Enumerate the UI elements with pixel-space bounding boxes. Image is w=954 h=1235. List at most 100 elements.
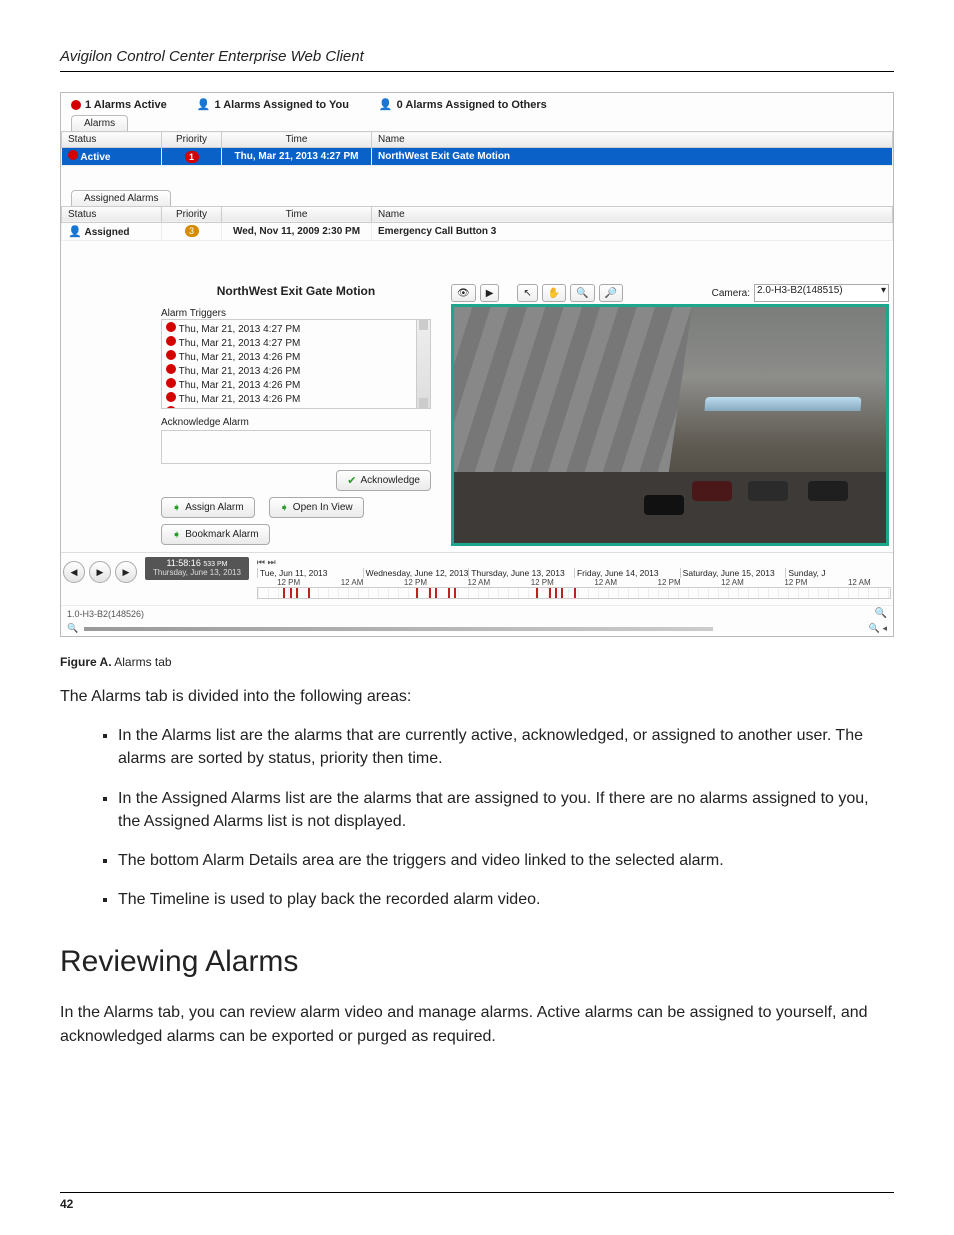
zoom-out-button[interactable]: 🔎 [599, 284, 623, 302]
timeline-hour: 12 PM [511, 578, 574, 587]
alarm-active-icon [166, 406, 176, 409]
pan-tool-button[interactable]: ✋ [542, 284, 566, 302]
person-icon: 👤 [379, 98, 393, 111]
timeline-hour: 12 AM [574, 578, 637, 587]
alarm-active-icon [166, 336, 176, 346]
alarm-active-icon [166, 322, 176, 332]
timeline-position-badge: 11:58:16 533 PM Thursday, June 13, 2013 [145, 557, 249, 580]
list-item[interactable]: Thu, Mar 21, 2013 4:26 PM [179, 352, 301, 363]
zoom-icon[interactable]: 🔍 [67, 623, 78, 634]
cell-name: Emergency Call Button 3 [372, 222, 893, 240]
assigned-alarms-table[interactable]: Status Priority Time Name 👤 Assigned 3 W… [61, 206, 893, 275]
list-item[interactable]: Thu, Mar 21, 2013 4:26 PM [179, 394, 301, 405]
check-icon: ✔ [347, 474, 356, 487]
scrollbar[interactable] [416, 320, 430, 408]
section-heading: Reviewing Alarms [60, 945, 894, 979]
chevron-down-icon: ▾ [881, 285, 886, 296]
alarm-triggers-label: Alarm Triggers [161, 308, 431, 319]
table-row [62, 240, 893, 274]
person-icon: 👤 [197, 98, 211, 111]
list-item[interactable]: Thu, Mar 21, 2013 4:26 PM [179, 408, 301, 409]
timeline-play-button[interactable]: ▶ [89, 561, 111, 583]
zoom-icon[interactable]: 🔍 [875, 608, 887, 619]
priority-badge: 3 [185, 225, 199, 237]
play-button[interactable]: ▶ [480, 284, 500, 302]
timeline-hour: 12 AM [320, 578, 383, 587]
timeline-camera-label: 1.0-H3-B2(148526) [67, 609, 144, 619]
list-item: In the Assigned Alarms list are the alar… [118, 787, 894, 833]
table-row[interactable]: Active 1 Thu, Mar 21, 2013 4:27 PM North… [62, 148, 893, 166]
timeline-prev-button[interactable]: ◀ [63, 561, 85, 583]
summary-assigned-you: 👤 1 Alarms Assigned to You [197, 98, 349, 111]
timeline-date: Saturday, June 15, 2013 [680, 568, 786, 578]
timeline-hour: 12 AM [828, 578, 891, 587]
timeline-hour: 12 AM [447, 578, 510, 587]
arrow-icon: ➧ [172, 501, 181, 514]
page-number: 42 [60, 1192, 894, 1211]
acknowledge-button[interactable]: ✔Acknowledge [336, 470, 431, 491]
video-panel[interactable] [451, 304, 889, 546]
timeline-ruler[interactable]: ⏮ ⏭ Tue, Jun 11, 2013 Wednesday, June 12… [257, 557, 891, 601]
list-item: The Timeline is used to play back the re… [118, 888, 894, 911]
list-item[interactable]: Thu, Mar 21, 2013 4:27 PM [179, 324, 301, 335]
table-row[interactable]: 👤 Assigned 3 Wed, Nov 11, 2009 2:30 PM E… [62, 222, 893, 240]
timeline-next-button[interactable]: ▶ [115, 561, 137, 583]
acknowledge-note-input[interactable] [161, 430, 431, 464]
alarms-table[interactable]: Status Priority Time Name Active 1 Thu, … [61, 131, 893, 186]
running-header: Avigilon Control Center Enterprise Web C… [60, 48, 894, 72]
priority-badge: 1 [185, 151, 199, 163]
table-row [62, 166, 893, 186]
body-paragraph: The Alarms tab is divided into the follo… [60, 685, 894, 708]
list-item[interactable]: Thu, Mar 21, 2013 4:26 PM [179, 380, 301, 391]
bookmark-icon: ➧ [172, 528, 181, 541]
col-priority[interactable]: Priority [162, 206, 222, 222]
alarm-detail-title: NorthWest Exit Gate Motion [161, 284, 431, 298]
summary-active-label: 1 Alarms Active [85, 99, 167, 111]
cell-status: Assigned [84, 227, 129, 238]
col-time[interactable]: Time [222, 206, 372, 222]
cell-status: Active [80, 152, 110, 163]
summary-assigned-others-label: 0 Alarms Assigned to Others [397, 99, 547, 111]
list-item[interactable]: Thu, Mar 21, 2013 4:27 PM [179, 338, 301, 349]
col-name[interactable]: Name [372, 132, 893, 148]
timeline-hour: 12 PM [257, 578, 320, 587]
alarm-triggers-list[interactable]: Thu, Mar 21, 2013 4:27 PM Thu, Mar 21, 2… [161, 319, 431, 409]
screenshot-alarms-tab: 1 Alarms Active 👤 1 Alarms Assigned to Y… [60, 92, 894, 637]
col-time[interactable]: Time [222, 132, 372, 148]
tab-assigned-alarms[interactable]: Assigned Alarms [71, 190, 171, 206]
cell-time: Thu, Mar 21, 2013 4:27 PM [222, 148, 372, 166]
zoom-in-button[interactable]: 🔍 [570, 284, 594, 302]
timeline-date: Wednesday, June 12, 2013 [363, 568, 469, 578]
timeline-hour: 12 PM [764, 578, 827, 587]
acknowledge-label: Acknowledge Alarm [161, 417, 431, 428]
summary-assigned-others: 👤 0 Alarms Assigned to Others [379, 98, 547, 111]
tab-alarms[interactable]: Alarms [71, 115, 128, 131]
timeline-hour: 12 PM [637, 578, 700, 587]
col-status[interactable]: Status [62, 206, 162, 222]
zoom-slider[interactable] [84, 627, 713, 631]
alarm-active-icon [166, 378, 176, 388]
alarm-active-icon [71, 100, 81, 110]
timeline-date: Thursday, June 13, 2013 [468, 568, 574, 578]
list-item: In the Alarms list are the alarms that a… [118, 724, 894, 770]
col-status[interactable]: Status [62, 132, 162, 148]
open-in-view-button[interactable]: ➧Open In View [269, 497, 364, 518]
camera-select[interactable]: 2.0-H3-B2(148515) ▾ [754, 284, 889, 302]
timeline-date: Sunday, J [785, 568, 891, 578]
recorded-toggle-button[interactable]: 👁 [451, 284, 476, 302]
pointer-tool-button[interactable]: ↖ [517, 284, 537, 302]
bookmark-alarm-button[interactable]: ➧Bookmark Alarm [161, 524, 270, 545]
summary-assigned-you-label: 1 Alarms Assigned to You [214, 99, 348, 111]
timeline-hour: 12 PM [384, 578, 447, 587]
body-paragraph: In the Alarms tab, you can review alarm … [60, 1001, 894, 1047]
col-name[interactable]: Name [372, 206, 893, 222]
figure-caption: Figure A. Alarms tab [60, 655, 894, 669]
timeline-skip-start-button[interactable]: ⏮ ⏭ [257, 557, 276, 568]
alarm-active-icon [68, 150, 78, 160]
alarm-active-icon [166, 364, 176, 374]
list-item[interactable]: Thu, Mar 21, 2013 4:26 PM [179, 366, 301, 377]
col-priority[interactable]: Priority [162, 132, 222, 148]
cell-time: Wed, Nov 11, 2009 2:30 PM [222, 222, 372, 240]
assign-alarm-button[interactable]: ➧Assign Alarm [161, 497, 255, 518]
alarm-active-icon [166, 350, 176, 360]
